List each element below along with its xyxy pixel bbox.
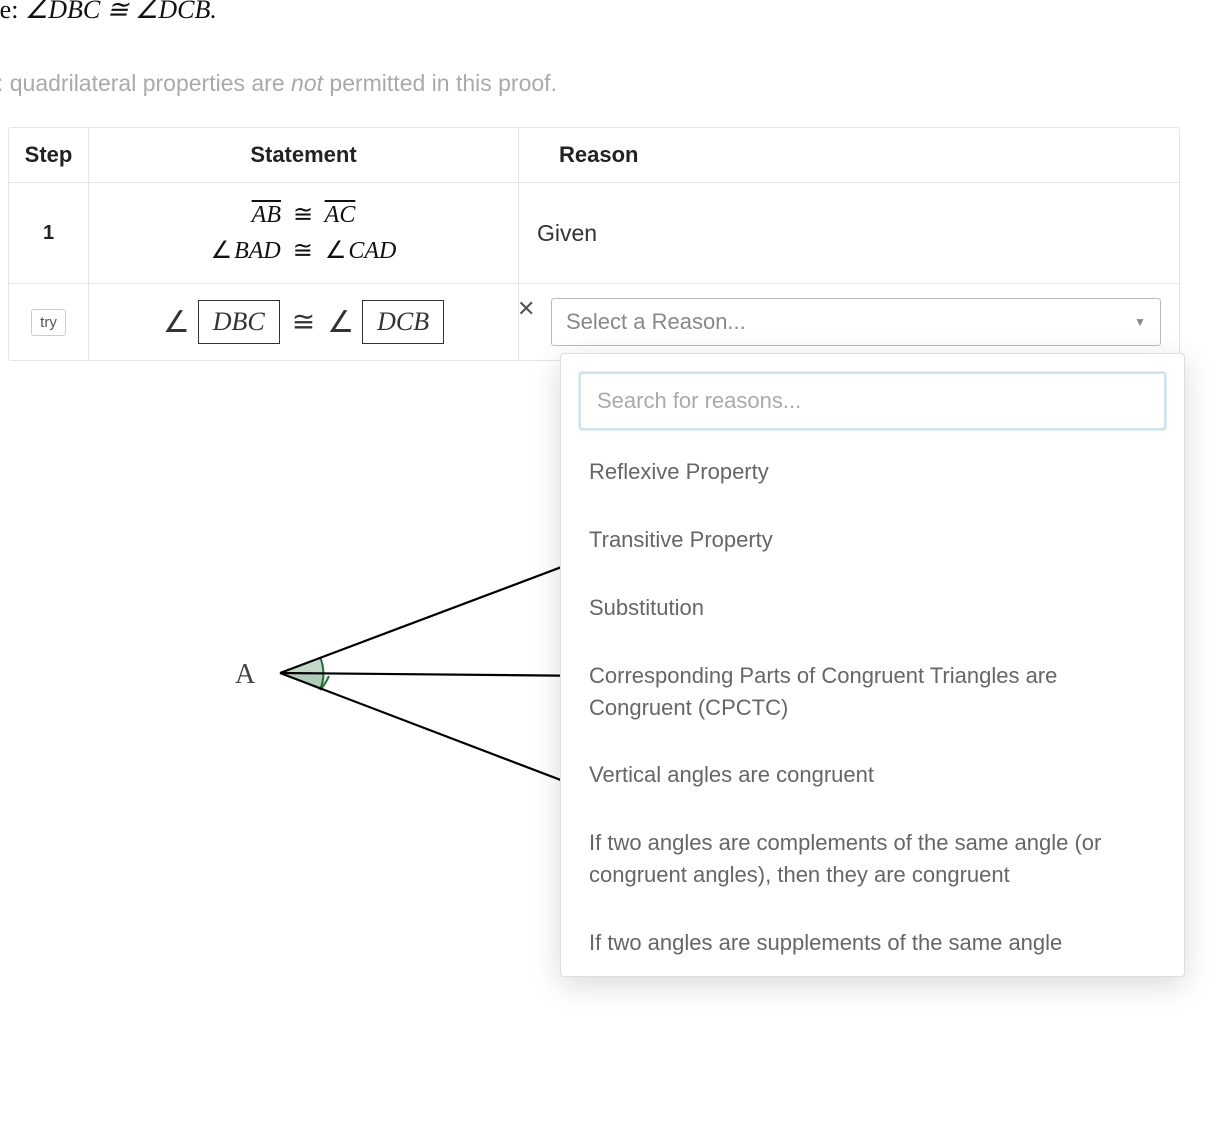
statement-cell-try: ∠ DBC ≅ ∠ DCB [89,284,519,360]
reason-option[interactable]: Vertical angles are congruent [579,741,1166,809]
reason-option[interactable]: Corresponding Parts of Congruent Triangl… [579,642,1166,742]
reason-select[interactable]: Select a Reason... ▼ [551,298,1161,346]
header-reason: Reason [519,128,1179,182]
reason-cell-try: ✕ Select a Reason... ▼ [519,284,1179,360]
angle-input-2[interactable]: DCB [362,300,444,344]
reason-search-input[interactable] [579,372,1166,430]
table-row: 1 AB ≅ AC BAD ≅ CAD Given [9,183,1179,284]
reason-option[interactable]: Transitive Property [579,506,1166,574]
try-button[interactable]: try [31,309,66,336]
close-icon[interactable]: ✕ [517,296,535,322]
reason-list: Reflexive Property Transitive Property S… [579,438,1166,958]
reason-option[interactable]: Substitution [579,574,1166,642]
reason-option[interactable]: If two angles are supplements of the sam… [579,909,1166,958]
note-line: ote: quadrilateral properties are not pe… [0,70,1220,97]
reason-option[interactable]: If two angles are complements of the sam… [579,809,1166,909]
reason-option[interactable]: Reflexive Property [579,438,1166,506]
reason-dropdown: Reflexive Property Transitive Property S… [560,353,1185,977]
angle-icon[interactable]: ∠ [163,305,190,340]
header-step: Step [9,128,89,182]
header-statement: Statement [89,128,519,182]
reason-cell-1: Given [519,183,1179,283]
congruent-symbol[interactable]: ≅ [292,305,315,339]
table-row: try ∠ DBC ≅ ∠ DCB ✕ Select a Reason... ▼ [9,284,1179,360]
table-header-row: Step Statement Reason [9,128,1179,183]
step-cell-1: 1 [9,183,89,283]
reason-text: Given [537,220,597,247]
prove-relation: ∠DBC ≅ ∠DCB. [25,0,217,24]
note-prefix: ote: quadrilateral properties are [0,70,291,96]
note-em: not [291,70,323,96]
proof-table: Step Statement Reason 1 AB ≅ AC BAD ≅ CA… [8,127,1180,361]
prove-line: rove: ∠DBC ≅ ∠DCB. [0,0,1220,25]
statement-line-1: AB ≅ AC [252,197,356,233]
step-cell-try: try [9,284,89,360]
angle-icon[interactable]: ∠ [327,305,354,340]
vertex-label-a: A [235,659,256,690]
statement-editor: ∠ DBC ≅ ∠ DCB [163,300,444,344]
chevron-down-icon: ▼ [1134,315,1146,329]
angle-input-1[interactable]: DBC [198,300,280,344]
statement-line-2: BAD ≅ CAD [211,233,397,269]
step-number: 1 [43,222,54,245]
prove-prefix: rove: [0,0,25,24]
reason-select-placeholder: Select a Reason... [566,309,746,335]
note-suffix: permitted in this proof. [323,70,557,96]
statement-cell-1: AB ≅ AC BAD ≅ CAD [89,183,519,283]
